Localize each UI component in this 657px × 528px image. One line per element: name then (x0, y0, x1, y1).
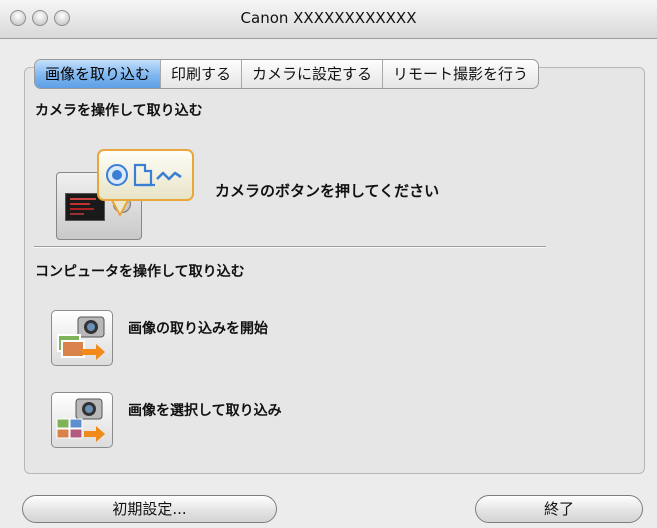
start-import-button[interactable] (51, 310, 113, 366)
section-divider (34, 246, 546, 248)
tab-remote-shooting[interactable]: リモート撮影を行う (383, 60, 538, 88)
window-title: Canon XXXXXXXXXXXX (240, 9, 417, 27)
quit-button[interactable]: 終了 (475, 495, 643, 523)
tab-bar: 画像を取り込む 印刷する カメラに設定する リモート撮影を行う (34, 59, 540, 89)
direct-transfer-icons (106, 163, 182, 187)
title-bar: Canon XXXXXXXXXXXX (0, 0, 657, 39)
app-window: Canon XXXXXXXXXXXX 画像を取り込む 印刷する カメラに設定する… (0, 0, 657, 528)
camera-buttons-bubble (97, 149, 194, 201)
preferences-button[interactable]: 初期設定... (22, 495, 277, 523)
camera-to-computer-icon (57, 316, 105, 360)
tab-import-images[interactable]: 画像を取り込む (35, 60, 162, 88)
tab-print[interactable]: 印刷する (161, 60, 243, 88)
select-import-button[interactable] (51, 392, 113, 448)
computer-section-heading: コンピュータを操作して取り込む (35, 264, 245, 280)
tab-camera-settings[interactable]: カメラに設定する (242, 60, 384, 88)
camera-section-heading: カメラを操作して取り込む (35, 103, 203, 119)
start-import-label[interactable]: 画像の取り込みを開始 (128, 318, 268, 338)
select-images-icon (56, 398, 105, 442)
select-import-label[interactable]: 画像を選択して取り込み (128, 400, 282, 420)
camera-instruction: カメラのボタンを押してください (215, 182, 440, 200)
